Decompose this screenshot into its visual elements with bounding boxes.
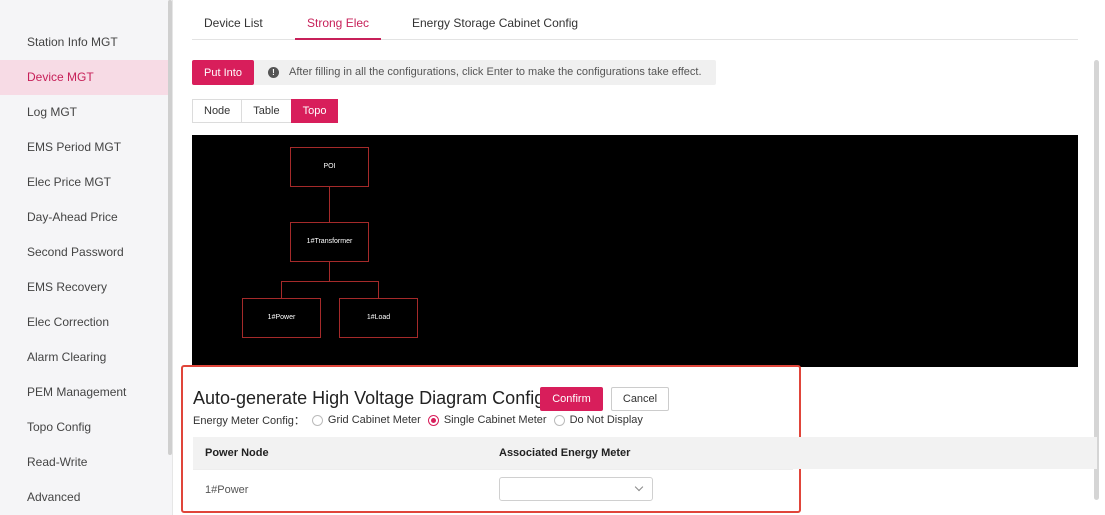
topo-link-bus-load — [378, 281, 379, 298]
sidebar-item-day-ahead-price[interactable]: Day-Ahead Price — [0, 200, 168, 235]
radio-grid-cabinet-meter-label[interactable]: Grid Cabinet Meter — [328, 414, 421, 426]
info-icon: ! — [268, 67, 279, 78]
topo-link-transformer-bus — [329, 262, 330, 281]
column-header-power-node: Power Node — [205, 447, 269, 459]
sidebar-item-ems-recovery[interactable]: EMS Recovery — [0, 270, 168, 305]
radio-do-not-display[interactable] — [553, 414, 565, 426]
topo-node-poi[interactable]: POI — [290, 147, 369, 187]
sidebar-item-elec-price-mgt[interactable]: Elec Price MGT — [0, 165, 168, 200]
sidebar-item-station-info-mgt[interactable]: Station Info MGT — [0, 25, 168, 60]
view-node-button[interactable]: Node — [192, 99, 243, 123]
sidebar-item-second-password[interactable]: Second Password — [0, 235, 168, 270]
topo-link-bus-power — [281, 281, 282, 298]
tab-strong-elec[interactable]: Strong Elec — [295, 10, 382, 40]
column-header-associated-energy-meter: Associated Energy Meter — [499, 447, 631, 459]
view-topo-button[interactable]: Topo — [290, 99, 339, 123]
info-text: After filling in all the configurations,… — [289, 66, 702, 78]
table-header: Power Node Associated Energy Meter — [193, 437, 1097, 469]
main-scrollbar[interactable] — [1094, 60, 1099, 500]
topo-bus-line — [281, 281, 378, 282]
topo-canvas[interactable]: POI 1#Transformer 1#Power 1#Load — [192, 135, 1078, 367]
sidebar-scrollbar[interactable] — [168, 0, 172, 455]
topo-node-transformer[interactable]: 1#Transformer — [290, 222, 369, 262]
sidebar: Station Info MGT Device MGT Log MGT EMS … — [0, 0, 173, 515]
tab-energy-storage-cabinet-config[interactable]: Energy Storage Cabinet Config — [412, 10, 578, 40]
radio-single-cabinet-meter-label[interactable]: Single Cabinet Meter — [444, 414, 547, 426]
energy-meter-config-label: Energy Meter Config： — [193, 415, 305, 427]
view-table-button[interactable]: Table — [241, 99, 292, 123]
sidebar-item-topo-config[interactable]: Topo Config — [0, 410, 168, 445]
auto-generate-config-panel: Auto-generate High Voltage Diagram Confi… — [181, 365, 1097, 513]
energy-meter-config-row: Energy Meter Config： Grid Cabinet Meter … — [193, 412, 643, 428]
cancel-button[interactable]: Cancel — [611, 387, 669, 411]
sidebar-item-read-write[interactable]: Read-Write — [0, 445, 168, 480]
sidebar-item-log-mgt[interactable]: Log MGT — [0, 95, 168, 130]
power-node-cell: 1#Power — [205, 484, 249, 496]
sidebar-item-elec-correction[interactable]: Elec Correction — [0, 305, 168, 340]
sidebar-item-device-mgt[interactable]: Device MGT — [0, 60, 168, 95]
sidebar-item-pem-management[interactable]: PEM Management — [0, 375, 168, 410]
associated-energy-meter-select[interactable] — [499, 477, 653, 501]
radio-do-not-display-label[interactable]: Do Not Display — [570, 414, 643, 426]
table-row: 1#Power — [193, 469, 793, 509]
sidebar-item-alarm-clearing[interactable]: Alarm Clearing — [0, 340, 168, 375]
config-title: Auto-generate High Voltage Diagram Confi… — [193, 388, 545, 408]
radio-grid-cabinet-meter[interactable] — [311, 414, 323, 426]
put-into-button[interactable]: Put Into — [192, 60, 254, 85]
tab-bar: Device List Strong Elec Energy Storage C… — [192, 10, 1078, 40]
sidebar-item-ems-period-mgt[interactable]: EMS Period MGT — [0, 130, 168, 165]
topo-link-poi-transformer — [329, 187, 330, 222]
topo-node-power[interactable]: 1#Power — [242, 298, 321, 338]
confirm-button[interactable]: Confirm — [540, 387, 603, 411]
topo-node-load[interactable]: 1#Load — [339, 298, 418, 338]
sidebar-item-advanced[interactable]: Advanced — [0, 480, 168, 515]
chevron-down-icon — [634, 482, 644, 492]
radio-single-cabinet-meter[interactable] — [427, 414, 439, 426]
view-toggle: Node Table Topo — [192, 99, 339, 123]
put-into-bar: Put Into ! After filling in all the conf… — [192, 60, 716, 85]
tab-device-list[interactable]: Device List — [204, 10, 263, 40]
